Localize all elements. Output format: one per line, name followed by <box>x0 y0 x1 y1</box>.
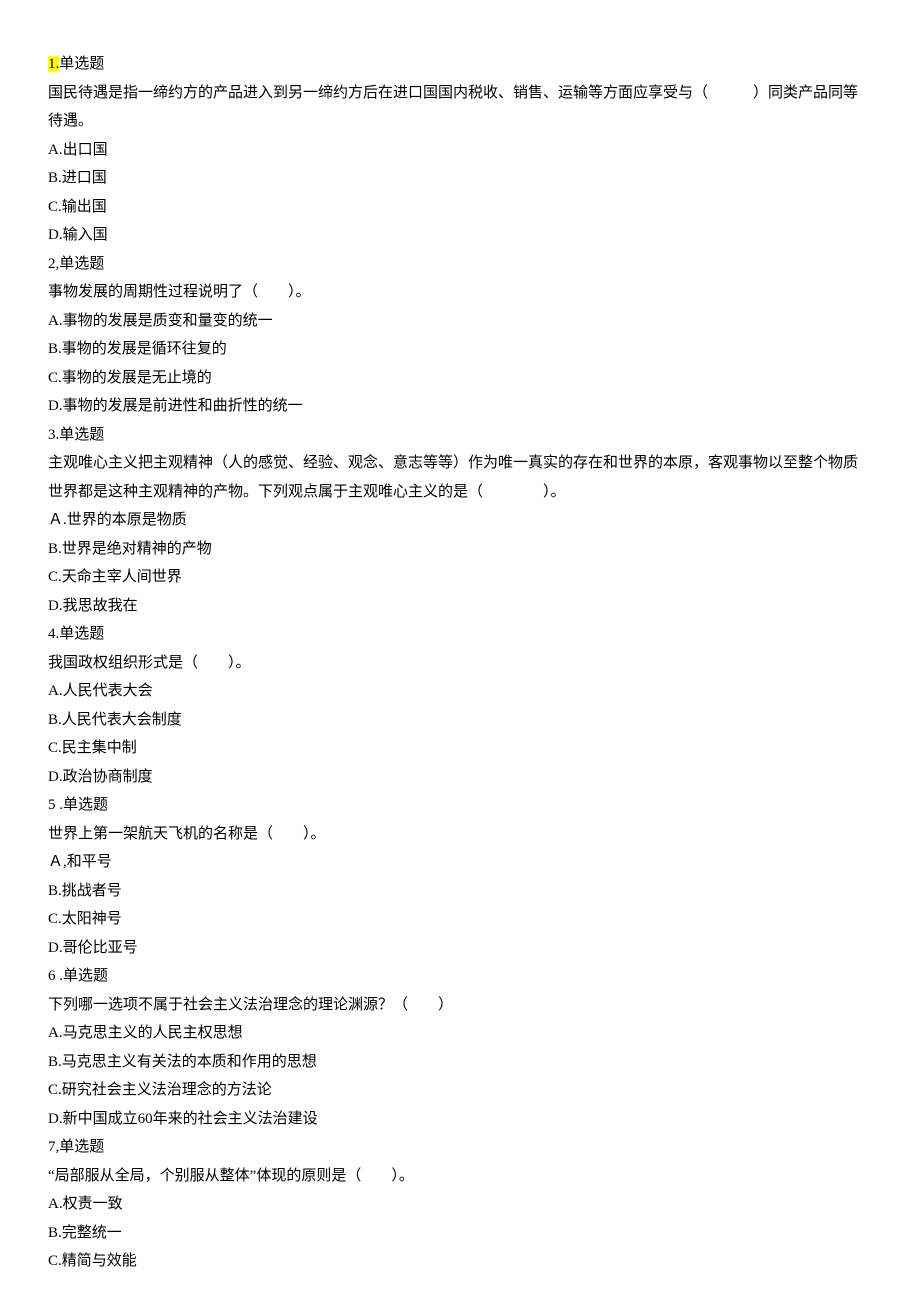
option-item: B.世界是绝对精神的产物 <box>48 535 872 564</box>
question-type-label: 单选题 <box>63 797 108 813</box>
question-stem: 我国政权组织形式是（ ）。 <box>48 649 872 678</box>
question-header: 2,单选题 <box>48 250 872 279</box>
question-stem: 事物发展的周期性过程说明了（ ）。 <box>48 278 872 307</box>
answer-blank <box>361 1162 391 1191</box>
stem-text-after: ）。 <box>391 1168 414 1184</box>
stem-text-after: ）。 <box>288 284 311 300</box>
question-header: 5 .单选题 <box>48 791 872 820</box>
option-item: C.精简与效能 <box>48 1247 872 1276</box>
stem-text-before: 国民待遇是指一缔约方的产品进入到另一缔约方后在进口国国内税收、销售、运输等方面应… <box>48 85 708 101</box>
answer-blank <box>708 79 753 108</box>
stem-text-before: 世界上第一架航天飞机的名称是（ <box>48 826 273 842</box>
question-header: 1.单选题 <box>48 50 872 79</box>
option-item: A.出口国 <box>48 136 872 165</box>
question-type-label: 单选题 <box>59 56 104 72</box>
question-number: 3. <box>48 427 59 443</box>
option-item: B.完整统一 <box>48 1219 872 1248</box>
question-type-label: 单选题 <box>59 256 104 272</box>
stem-text-before: 主观唯心主义把主观精神（人的感觉、经验、观念、意志等等）作为唯一真实的存在和世界… <box>48 455 858 500</box>
stem-text-after: ）。 <box>228 655 251 671</box>
question-type-label: 单选题 <box>59 626 104 642</box>
question-number: 7, <box>48 1139 59 1155</box>
stem-text-after: ）。 <box>303 826 326 842</box>
option-item: A.事物的发展是质变和量变的统一 <box>48 307 872 336</box>
option-item: B.人民代表大会制度 <box>48 706 872 735</box>
question-stem: 国民待遇是指一缔约方的产品进入到另一缔约方后在进口国国内税收、销售、运输等方面应… <box>48 79 872 136</box>
option-item: B.挑战者号 <box>48 877 872 906</box>
question-stem: 世界上第一架航天飞机的名称是（ ）。 <box>48 820 872 849</box>
option-item: B.事物的发展是循环往复的 <box>48 335 872 364</box>
option-item: B.进口国 <box>48 164 872 193</box>
answer-blank <box>483 478 543 507</box>
option-item: D.政治协商制度 <box>48 763 872 792</box>
question-stem: “局部服从全局，个别服从整体”体现的原则是（ ）。 <box>48 1162 872 1191</box>
stem-text-before: 我国政权组织形式是（ <box>48 655 198 671</box>
answer-blank <box>408 991 438 1020</box>
option-item: D.哥伦比亚号 <box>48 934 872 963</box>
question-header: 4.单选题 <box>48 620 872 649</box>
option-item: C.太阳神号 <box>48 905 872 934</box>
option-item: C.民主集中制 <box>48 734 872 763</box>
answer-blank <box>258 278 288 307</box>
question-number: 4. <box>48 626 59 642</box>
option-item: C.输出国 <box>48 193 872 222</box>
question-number: 5 . <box>48 797 63 813</box>
question-stem: 下列哪一选项不属于社会主义法治理念的理论渊源？（ ） <box>48 991 872 1020</box>
question-header: 7,单选题 <box>48 1133 872 1162</box>
option-item: A.人民代表大会 <box>48 677 872 706</box>
option-item: A.马克思主义的人民主权思想 <box>48 1019 872 1048</box>
option-item: D.新中国成立60年来的社会主义法治建设 <box>48 1105 872 1134</box>
stem-text-after: ）。 <box>543 484 566 500</box>
question-stem: 主观唯心主义把主观精神（人的感觉、经验、观念、意志等等）作为唯一真实的存在和世界… <box>48 449 872 506</box>
option-item: B.马克思主义有关法的本质和作用的思想 <box>48 1048 872 1077</box>
question-type-label: 单选题 <box>63 968 108 984</box>
question-type-label: 单选题 <box>59 427 104 443</box>
question-number: 1. <box>48 56 59 72</box>
option-item: A.权责一致 <box>48 1190 872 1219</box>
stem-text-after: ） <box>438 997 453 1013</box>
stem-text-before: “局部服从全局，个别服从整体”体现的原则是（ <box>48 1168 361 1184</box>
question-header: 3.单选题 <box>48 421 872 450</box>
question-number: 2, <box>48 256 59 272</box>
question-header: 6 .单选题 <box>48 962 872 991</box>
option-item: D.事物的发展是前进性和曲折性的统一 <box>48 392 872 421</box>
stem-text-before: 事物发展的周期性过程说明了（ <box>48 284 258 300</box>
answer-blank <box>273 820 303 849</box>
option-item: Ａ,和平号 <box>48 848 872 877</box>
option-item: C.天命主宰人间世界 <box>48 563 872 592</box>
question-type-label: 单选题 <box>59 1139 104 1155</box>
option-item: C.研究社会主义法治理念的方法论 <box>48 1076 872 1105</box>
option-item: Ａ.世界的本原是物质 <box>48 506 872 535</box>
question-number: 6 . <box>48 968 63 984</box>
option-item: D.我思故我在 <box>48 592 872 621</box>
option-item: D.输入国 <box>48 221 872 250</box>
stem-text-before: 下列哪一选项不属于社会主义法治理念的理论渊源？（ <box>48 997 408 1013</box>
answer-blank <box>198 649 228 678</box>
option-item: C.事物的发展是无止境的 <box>48 364 872 393</box>
